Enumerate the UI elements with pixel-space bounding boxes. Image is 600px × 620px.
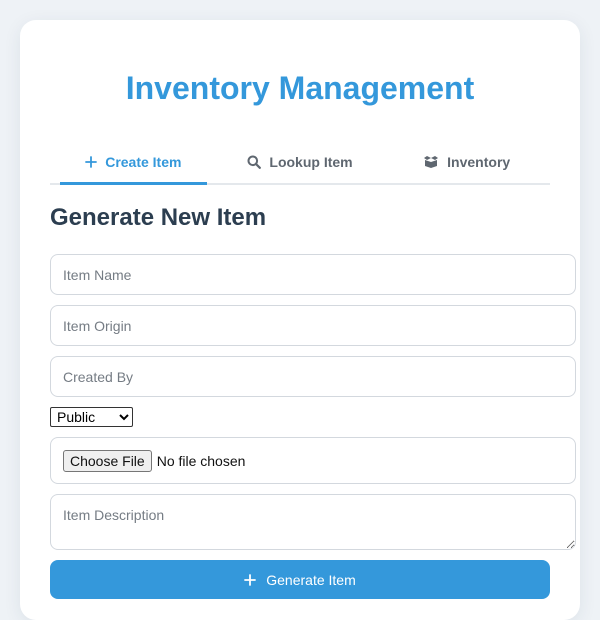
- tab-inventory[interactable]: Inventory: [383, 140, 550, 183]
- boxes-icon: [423, 155, 439, 168]
- plus-icon: [85, 155, 98, 168]
- tab-label: Inventory: [447, 153, 511, 170]
- file-upload-field: Choose File No file chosen: [50, 437, 576, 484]
- item-origin-input[interactable]: [50, 305, 576, 346]
- item-name-input[interactable]: [50, 254, 576, 295]
- generate-item-button[interactable]: Generate Item: [50, 560, 550, 599]
- tab-label: Create Item: [105, 153, 182, 170]
- created-by-input[interactable]: [50, 356, 576, 397]
- choose-file-button[interactable]: Choose File: [63, 449, 152, 472]
- visibility-select[interactable]: Public: [50, 407, 133, 427]
- search-icon: [247, 155, 262, 169]
- section-title: Generate New Item: [50, 204, 267, 231]
- plus-icon: [244, 573, 257, 586]
- app-title: Inventory Management: [125, 70, 475, 106]
- file-status-text: No file chosen: [156, 452, 246, 469]
- tab-lookup-item[interactable]: Lookup Item: [217, 140, 384, 183]
- generate-item-label: Generate Item: [266, 571, 356, 588]
- tab-bar: Create Item Lookup Item Inventory: [50, 140, 550, 185]
- item-description-textarea[interactable]: [50, 494, 576, 550]
- tab-create-item[interactable]: Create Item: [50, 140, 217, 185]
- tab-label: Lookup Item: [269, 153, 353, 170]
